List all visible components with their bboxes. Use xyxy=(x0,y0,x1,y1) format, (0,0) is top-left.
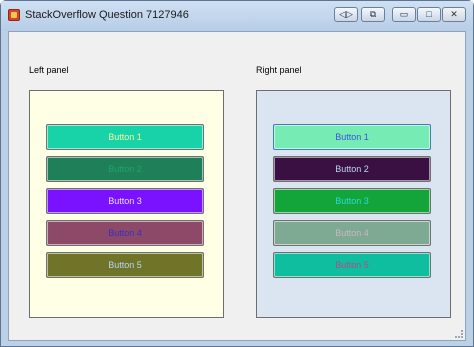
right-button-2[interactable]: Button 2 xyxy=(273,156,431,182)
right-button-1[interactable]: Button 1 xyxy=(273,124,431,150)
window-title: StackOverflow Question 7127946 xyxy=(25,9,189,21)
right-button-4[interactable]: Button 4 xyxy=(273,220,431,246)
window-pin-icon[interactable]: ⧉ xyxy=(361,7,385,22)
right-button-5[interactable]: Button 5 xyxy=(273,252,431,278)
window-back-icon[interactable]: ◁▷ xyxy=(334,7,358,22)
maximize-icon[interactable]: □ xyxy=(417,7,441,22)
minimize-icon[interactable]: ▭ xyxy=(392,7,416,22)
left-button-4[interactable]: Button 4 xyxy=(46,220,204,246)
left-button-1[interactable]: Button 1 xyxy=(46,124,204,150)
right-panel-label: Right panel xyxy=(256,65,302,75)
close-icon[interactable]: ✕ xyxy=(442,7,466,22)
left-button-2[interactable]: Button 2 xyxy=(46,156,204,182)
right-panel: Button 1 Button 2 Button 3 Button 4 Butt… xyxy=(256,90,451,318)
left-button-5[interactable]: Button 5 xyxy=(46,252,204,278)
app-window: StackOverflow Question 7127946 ◁▷ ⧉ ▭ □ … xyxy=(0,0,474,347)
left-panel-label: Left panel xyxy=(29,65,69,75)
title-bar[interactable]: StackOverflow Question 7127946 ◁▷ ⧉ ▭ □ … xyxy=(1,1,473,31)
left-panel: Button 1 Button 2 Button 3 Button 4 Butt… xyxy=(29,90,224,318)
app-icon[interactable] xyxy=(8,9,20,21)
right-button-3[interactable]: Button 3 xyxy=(273,188,431,214)
left-button-3[interactable]: Button 3 xyxy=(46,188,204,214)
form-client-area: Left panel Right panel Button 1 Button 2… xyxy=(8,31,466,341)
resize-grip[interactable] xyxy=(455,330,463,338)
